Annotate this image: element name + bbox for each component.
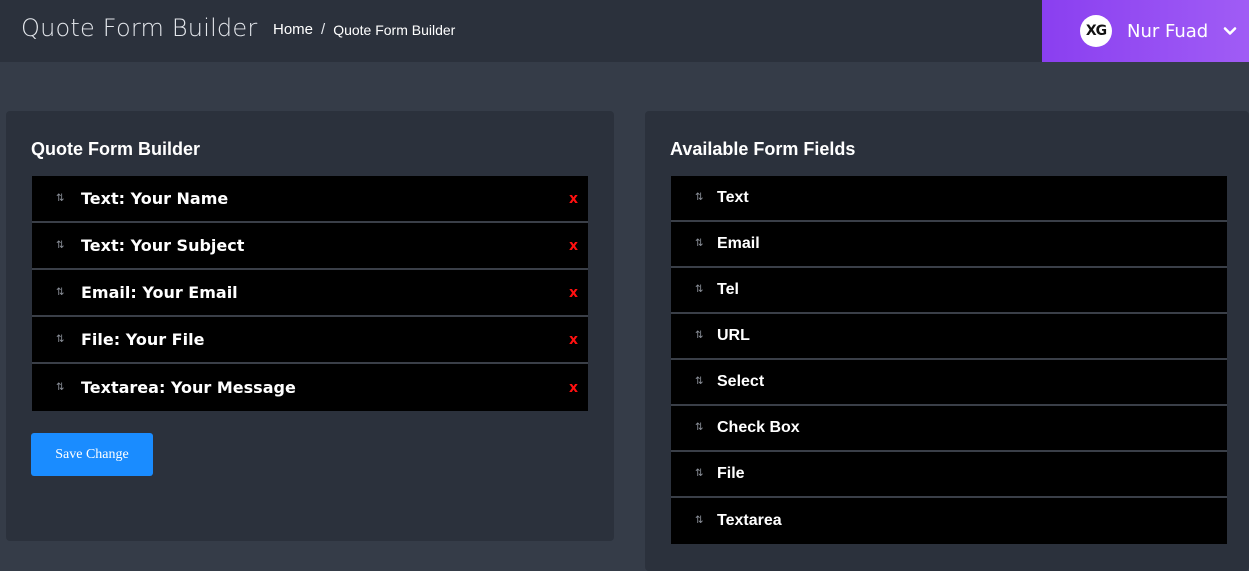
drag-handle-icon[interactable]: ⇅ [695,284,703,296]
drag-handle-icon[interactable]: ⇅ [695,468,703,480]
available-field-label: Text [717,189,749,206]
remove-field-button[interactable]: x [569,380,578,396]
available-field-label: Email [717,235,760,252]
available-field-row[interactable]: ⇅ Select [671,360,1227,406]
breadcrumb-current: Quote Form Builder [333,21,456,38]
drag-handle-icon[interactable]: ⇅ [56,382,64,394]
drag-handle-icon[interactable]: ⇅ [695,422,703,434]
available-field-row[interactable]: ⇅ Textarea [671,498,1227,544]
save-change-button[interactable]: Save Change [31,433,153,476]
form-builder-panel: Quote Form Builder ⇅ Text: Your Name x ⇅… [6,111,614,541]
remove-field-button[interactable]: x [569,285,578,301]
breadcrumb: Home / Quote Form Builder [273,21,455,38]
builder-field-row[interactable]: ⇅ Textarea: Your Message x [32,364,588,411]
builder-field-label: Text: Your Name [81,189,229,208]
breadcrumb-separator: / [321,21,326,38]
available-fields-title: Available Form Fields [670,139,856,159]
avatar: XG [1080,15,1112,47]
available-field-row[interactable]: ⇅ URL [671,314,1227,360]
drag-handle-icon[interactable]: ⇅ [695,376,703,388]
page-title: Quote Form Builder [21,14,258,42]
available-field-row[interactable]: ⇅ Email [671,222,1227,268]
user-menu[interactable]: XG Nur Fuad [1042,0,1249,62]
available-fields-panel: Available Form Fields ⇅ Text ⇅ Email ⇅ T… [645,111,1249,571]
available-field-label: Textarea [717,512,782,529]
drag-handle-icon[interactable]: ⇅ [56,240,64,252]
top-bar: Quote Form Builder Home / Quote Form Bui… [0,0,1249,62]
available-field-row[interactable]: ⇅ File [671,452,1227,498]
drag-handle-icon[interactable]: ⇅ [56,287,64,299]
available-field-row[interactable]: ⇅ Check Box [671,406,1227,452]
available-field-row[interactable]: ⇅ Text [671,176,1227,222]
builder-field-row[interactable]: ⇅ Text: Your Name x [32,176,588,223]
drag-handle-icon[interactable]: ⇅ [695,238,703,250]
builder-field-label: File: Your File [81,330,205,349]
remove-field-button[interactable]: x [569,191,578,207]
available-field-label: File [717,465,745,482]
remove-field-button[interactable]: x [569,332,578,348]
builder-field-row[interactable]: ⇅ Text: Your Subject x [32,223,588,270]
available-field-row[interactable]: ⇅ Tel [671,268,1227,314]
builder-field-label: Text: Your Subject [81,236,245,255]
builder-field-row[interactable]: ⇅ File: Your File x [32,317,588,364]
user-name: Nur Fuad [1127,20,1209,42]
drag-handle-icon[interactable]: ⇅ [695,330,703,342]
breadcrumb-home-link[interactable]: Home [273,21,313,38]
builder-field-list: ⇅ Text: Your Name x ⇅ Text: Your Subject… [32,176,588,411]
drag-handle-icon[interactable]: ⇅ [695,515,703,527]
drag-handle-icon[interactable]: ⇅ [56,193,64,205]
builder-field-row[interactable]: ⇅ Email: Your Email x [32,270,588,317]
remove-field-button[interactable]: x [569,238,578,254]
builder-field-label: Email: Your Email [81,283,238,302]
drag-handle-icon[interactable]: ⇅ [56,334,64,346]
form-builder-title: Quote Form Builder [31,139,201,159]
drag-handle-icon[interactable]: ⇅ [695,192,703,204]
available-field-label: URL [717,327,750,344]
chevron-down-icon[interactable] [1222,23,1238,39]
available-field-label: Select [717,373,765,390]
available-field-label: Check Box [717,419,800,436]
available-field-list: ⇅ Text ⇅ Email ⇅ Tel ⇅ URL ⇅ Select ⇅ Ch… [671,176,1227,544]
builder-field-label: Textarea: Your Message [81,378,296,397]
available-field-label: Tel [717,281,739,298]
